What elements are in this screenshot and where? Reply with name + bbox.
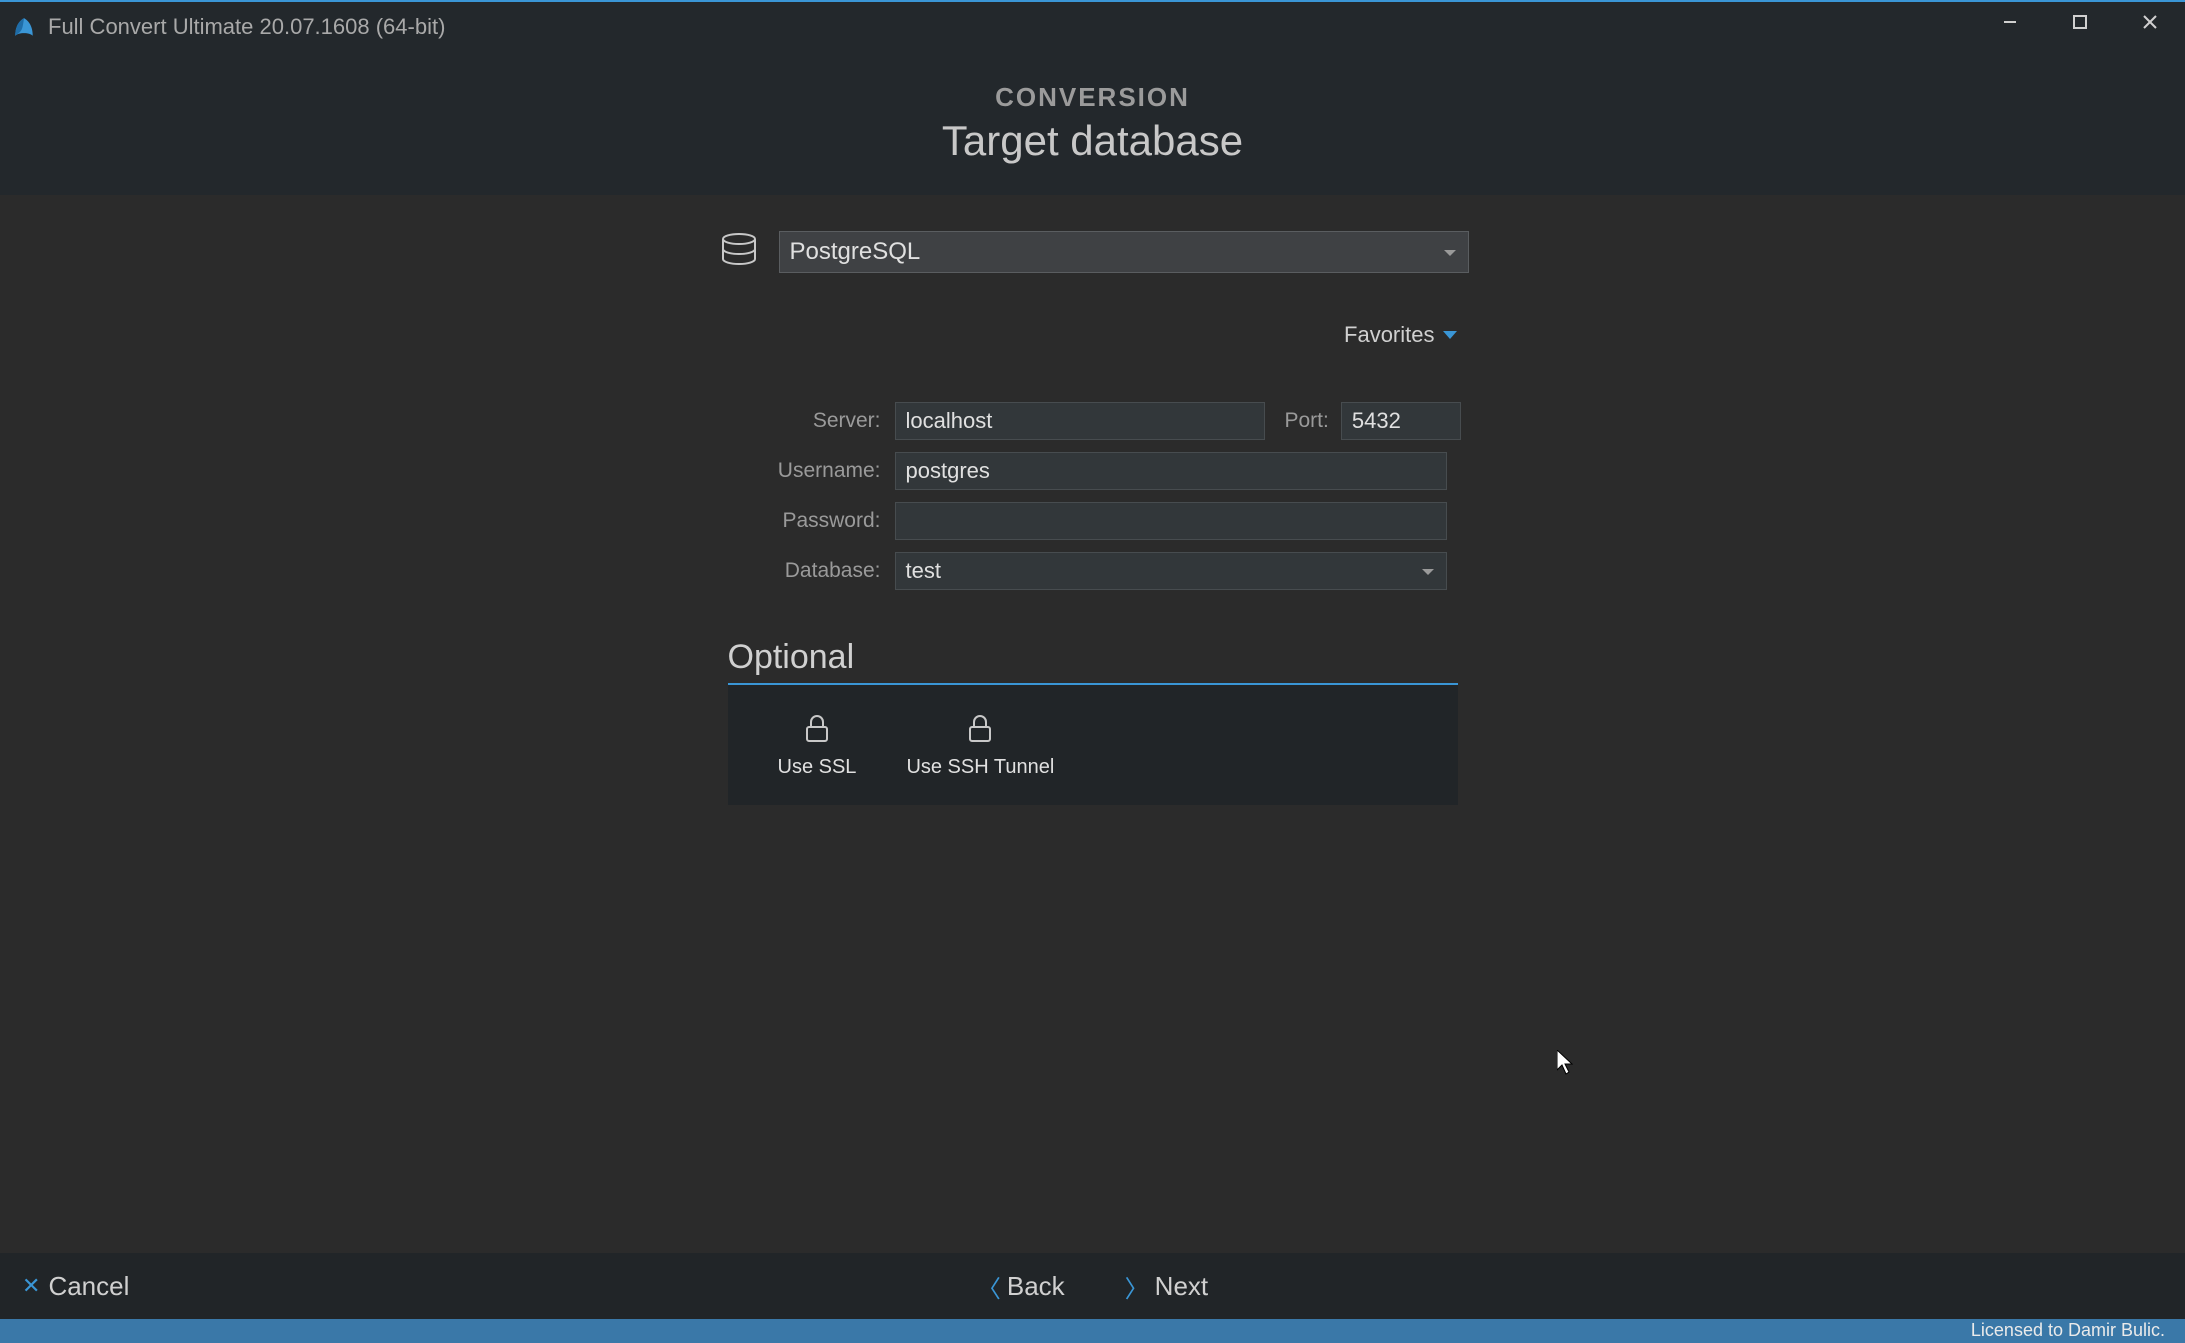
connection-form: Server: localhost Port: 5432 Username: p…	[713, 402, 1473, 590]
username-value: postgres	[906, 458, 990, 484]
favorites-label: Favorites	[1344, 322, 1434, 348]
app-logo-icon	[10, 13, 38, 41]
use-ssl-button[interactable]: Use SSL	[778, 711, 857, 779]
port-label: Port:	[1265, 409, 1341, 433]
app-title: Full Convert Ultimate 20.07.1608 (64-bit…	[48, 14, 445, 40]
footer-bar: ✕ Cancel 〈 Back 〉 Next	[0, 1253, 2185, 1319]
password-input[interactable]	[895, 502, 1447, 540]
database-type-value: PostgreSQL	[790, 238, 921, 266]
port-value: 5432	[1352, 408, 1401, 434]
mouse-cursor-icon	[1557, 1050, 1577, 1081]
minimize-icon	[2002, 14, 2018, 30]
server-label: Server:	[713, 409, 895, 433]
main-content: PostgreSQL Favorites Server: localhost P…	[0, 195, 2185, 805]
database-value: test	[906, 558, 941, 584]
lock-icon	[963, 711, 997, 750]
status-bar: Licensed to Damir Bulic.	[0, 1319, 2185, 1343]
use-ssh-tunnel-button[interactable]: Use SSH Tunnel	[906, 711, 1054, 779]
cancel-button[interactable]: ✕ Cancel	[22, 1271, 129, 1302]
optional-panel: Use SSL Use SSH Tunnel	[728, 685, 1458, 805]
port-input[interactable]: 5432	[1341, 402, 1461, 440]
use-ssh-label: Use SSH Tunnel	[906, 756, 1054, 779]
optional-title: Optional	[728, 638, 1458, 683]
database-label: Database:	[713, 559, 895, 583]
username-input[interactable]: postgres	[895, 452, 1447, 490]
password-label: Password:	[713, 509, 895, 533]
next-button[interactable]: 〉 Next	[1125, 1269, 1208, 1304]
minimize-button[interactable]	[1975, 2, 2045, 42]
database-select[interactable]: test	[895, 552, 1447, 590]
back-button[interactable]: 〈 Back	[977, 1269, 1065, 1304]
title-bar: Full Convert Ultimate 20.07.1608 (64-bit…	[0, 2, 2185, 52]
database-icon	[717, 227, 761, 276]
lock-icon	[800, 711, 834, 750]
page-title: Target database	[0, 117, 2185, 165]
section-title: CONVERSION	[0, 82, 2185, 113]
back-label: Back	[1007, 1271, 1065, 1302]
close-icon	[2142, 14, 2158, 30]
database-row: Database: test	[713, 552, 1473, 590]
maximize-button[interactable]	[2045, 2, 2115, 42]
window-controls	[1975, 2, 2185, 42]
favorites-dropdown[interactable]: Favorites	[1344, 322, 1456, 348]
username-row: Username: postgres	[713, 452, 1473, 490]
maximize-icon	[2073, 15, 2087, 29]
use-ssl-label: Use SSL	[778, 756, 857, 779]
chevron-down-icon	[1443, 331, 1457, 339]
username-label: Username:	[713, 459, 895, 483]
favorites-row: Favorites	[721, 322, 1465, 348]
chevron-right-icon: 〉	[1125, 1269, 1149, 1304]
database-type-select[interactable]: PostgreSQL	[779, 231, 1469, 273]
cancel-label: Cancel	[48, 1271, 129, 1302]
close-button[interactable]	[2115, 2, 2185, 42]
server-row: Server: localhost Port: 5432	[713, 402, 1473, 440]
chevron-left-icon: 〈	[977, 1269, 1001, 1304]
server-value: localhost	[906, 408, 993, 434]
server-input[interactable]: localhost	[895, 402, 1265, 440]
license-text: Licensed to Damir Bulic.	[1971, 1320, 2165, 1341]
page-header: CONVERSION Target database	[0, 52, 2185, 195]
database-type-row: PostgreSQL	[0, 227, 2185, 276]
optional-section: Optional Use SSL Use	[728, 638, 1458, 805]
nav-buttons: 〈 Back 〉 Next	[977, 1269, 1208, 1304]
cancel-x-icon: ✕	[22, 1273, 40, 1299]
password-row: Password:	[713, 502, 1473, 540]
next-label: Next	[1155, 1271, 1208, 1302]
